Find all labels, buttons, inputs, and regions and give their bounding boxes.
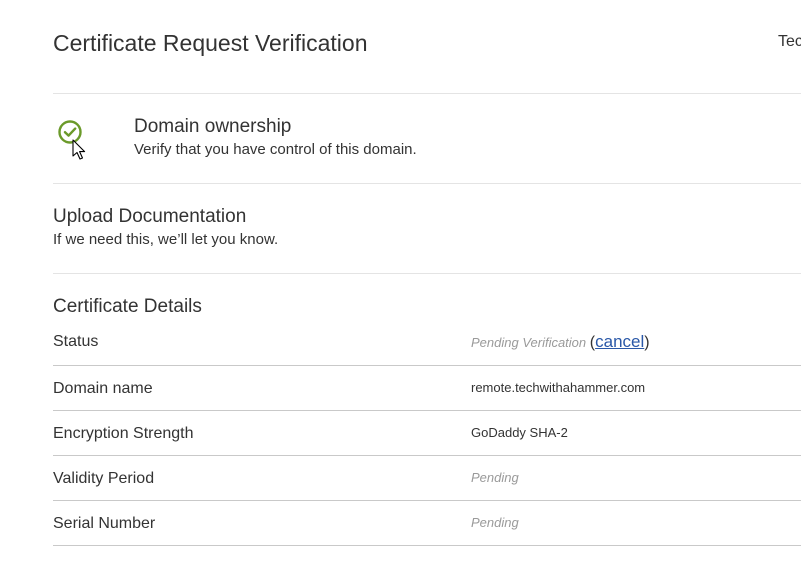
divider <box>53 455 801 456</box>
detail-value: remote.techwithahammer.com <box>471 380 646 395</box>
detail-value: Pending <box>471 470 519 485</box>
certificate-request-page: Certificate Request Verification Tec Dom… <box>0 0 801 573</box>
divider <box>53 93 801 94</box>
detail-value: Pending <box>471 515 519 530</box>
detail-label: Serial Number <box>53 515 156 532</box>
divider <box>53 500 801 501</box>
step-description: Verify that you have control of this dom… <box>134 141 417 158</box>
account-label[interactable]: Tec <box>778 32 801 52</box>
certificate-details-title: Certificate Details <box>53 296 202 317</box>
divider <box>53 273 801 274</box>
cancel-link[interactable]: cancel <box>595 332 644 351</box>
step-title: Upload Documentation <box>53 206 247 227</box>
detail-label: Validity Period <box>53 470 155 487</box>
divider <box>53 365 801 366</box>
step-title: Domain ownership <box>134 116 292 137</box>
detail-value: GoDaddy SHA-2 <box>471 425 568 440</box>
divider <box>53 183 801 184</box>
status-text: Pending Verification <box>471 335 587 350</box>
divider <box>53 545 801 546</box>
mouse-cursor-icon <box>72 139 86 160</box>
close-paren: ) <box>644 334 650 351</box>
status-value: Pending Verification (cancel) <box>471 331 650 354</box>
detail-label: Status <box>53 333 99 350</box>
page-title: Certificate Request Verification <box>53 30 368 56</box>
detail-label: Encryption Strength <box>53 425 194 442</box>
detail-label: Domain name <box>53 380 153 397</box>
divider <box>53 410 801 411</box>
step-description: If we need this, we’ll let you know. <box>53 231 279 248</box>
